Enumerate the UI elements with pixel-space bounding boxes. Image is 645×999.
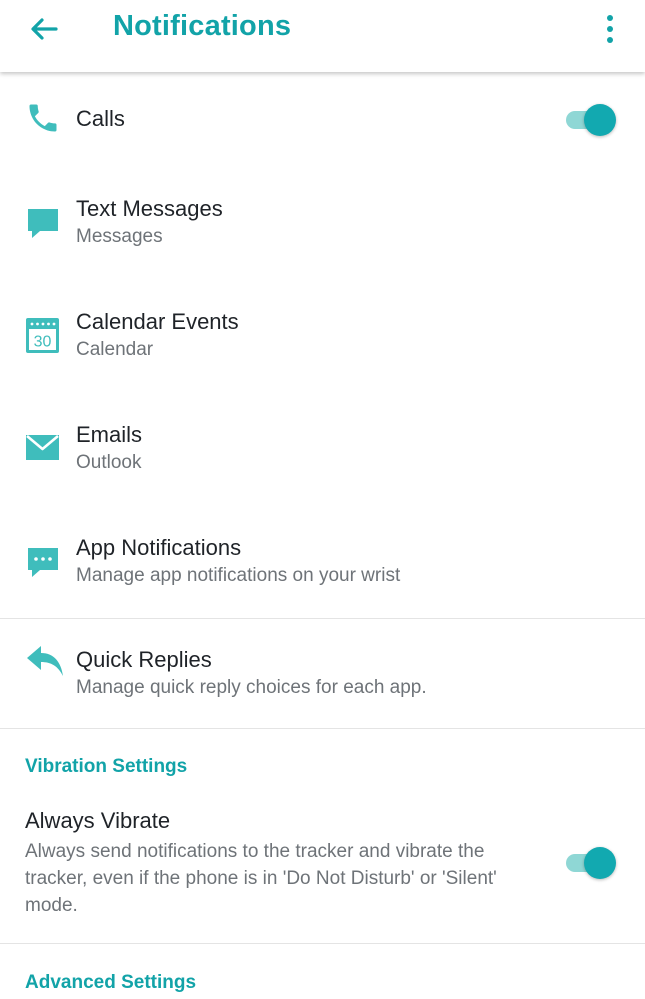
divider xyxy=(0,618,645,619)
more-vertical-icon xyxy=(607,15,613,43)
divider xyxy=(0,943,645,944)
mail-icon xyxy=(26,435,59,460)
more-options-button[interactable] xyxy=(598,12,622,48)
calendar-events-label: Calendar Events xyxy=(76,309,239,334)
message-icon xyxy=(28,209,58,238)
calls-row[interactable]: Calls xyxy=(0,92,645,152)
emails-label: Emails xyxy=(76,422,143,447)
calendar-events-subtitle: Calendar xyxy=(76,339,154,360)
phone-icon xyxy=(29,104,57,132)
text-messages-subtitle: Messages xyxy=(76,226,163,247)
quick-replies-label: Quick Replies xyxy=(76,647,212,672)
text-messages-label: Text Messages xyxy=(76,196,223,221)
app-bar: Notifications xyxy=(0,0,645,72)
quick-replies-subtitle: Manage quick reply choices for each app. xyxy=(76,677,427,698)
toggle-thumb xyxy=(584,104,616,136)
vibration-settings-header: Vibration Settings xyxy=(25,756,188,777)
quick-replies-row[interactable]: Quick Replies Manage quick reply choices… xyxy=(0,636,645,716)
back-button[interactable] xyxy=(24,12,64,48)
calendar-icon-day: 30 xyxy=(34,334,52,351)
emails-row[interactable]: Emails Outlook xyxy=(0,411,645,491)
chat-dots-icon xyxy=(28,548,58,577)
text-messages-row[interactable]: Text Messages Messages xyxy=(0,185,645,265)
calendar-events-row[interactable]: 30 Calendar Events Calendar xyxy=(0,298,645,378)
advanced-settings-header[interactable]: Advanced Settings xyxy=(25,972,196,994)
app-notifications-subtitle: Manage app notifications on your wrist xyxy=(76,565,401,586)
app-notifications-row[interactable]: App Notifications Manage app notificatio… xyxy=(0,524,645,604)
reply-icon xyxy=(27,646,63,676)
always-vibrate-label: Always Vibrate xyxy=(25,808,171,833)
always-vibrate-toggle[interactable] xyxy=(566,844,618,880)
always-vibrate-description: Always send notifications to the tracker… xyxy=(25,841,497,916)
calls-toggle[interactable] xyxy=(566,101,618,137)
arrow-back-icon xyxy=(31,18,58,40)
divider xyxy=(0,728,645,729)
page-title: Notifications xyxy=(113,10,292,42)
toggle-thumb xyxy=(584,847,616,879)
calls-label: Calls xyxy=(76,106,125,131)
emails-subtitle: Outlook xyxy=(76,452,142,473)
calendar-icon: 30 xyxy=(26,318,59,353)
app-notifications-label: App Notifications xyxy=(76,535,242,560)
